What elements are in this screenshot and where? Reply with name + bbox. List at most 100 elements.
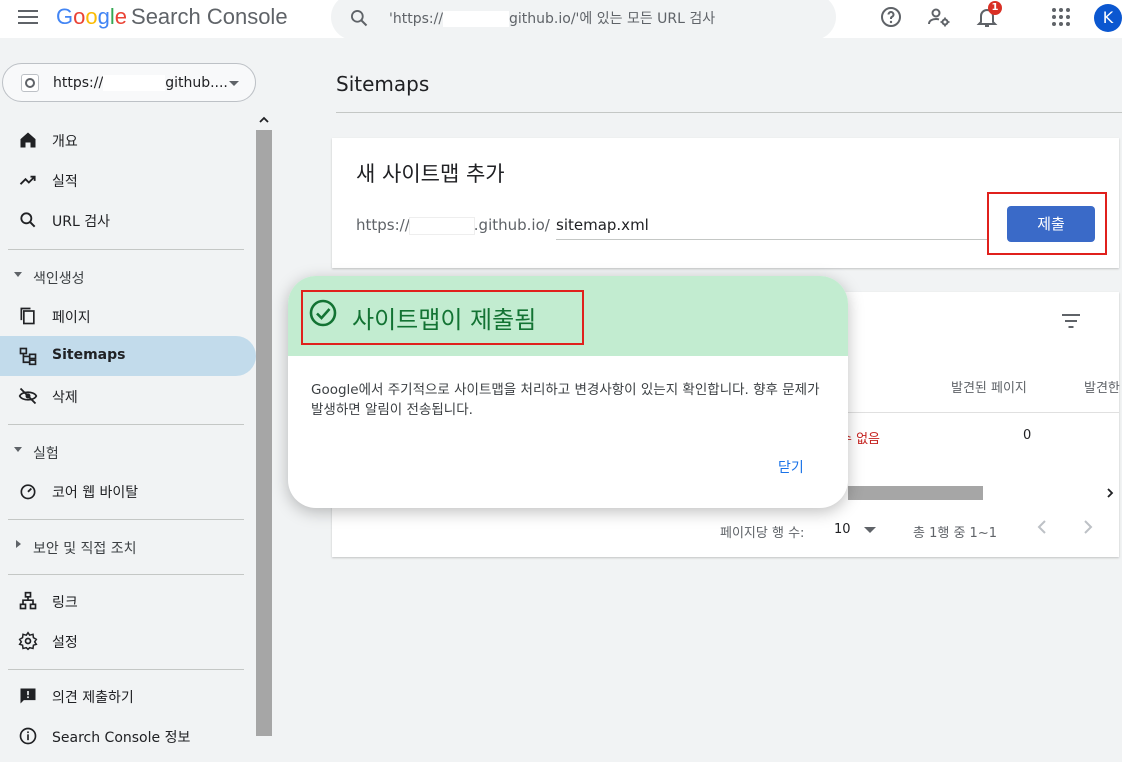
sitemap-url-prefix: https:// .github.io/ [356,216,550,235]
sidebar-item-performance[interactable]: 실적 [0,160,256,200]
sidebar-item-label: Search Console 정보 [52,730,191,746]
home-icon [20,132,36,148]
page-title: Sitemaps [336,72,430,96]
close-button[interactable]: 닫기 [778,457,804,477]
settings-icon [18,631,38,651]
sidebar-divider [8,249,244,250]
product-name: Search Console [131,4,288,29]
sitemap-icon [19,347,37,366]
title-divider [336,112,1122,113]
sidebar-item-label: 개요 [52,134,78,150]
search-text-suffix: github.io/'에 있는 모든 URL 검사 [509,11,716,27]
sidebar-item-core-web-vitals[interactable]: 코어 웹 바이탈 [0,471,256,511]
sidebar-divider [8,424,244,425]
sidebar-item-label: 삭제 [52,390,78,406]
url-inspect-search[interactable]: 'https:// github.io/'에 있는 모든 URL 검사 [331,0,836,40]
trending-up-icon [19,175,36,185]
search-icon [20,212,36,228]
sidebar-item-pages[interactable]: 페이지 [0,296,256,336]
table-horizontal-scroll-thumb[interactable] [848,486,983,500]
manage-users-icon[interactable] [927,5,951,29]
sidebar-section-experiments[interactable]: 실험 [0,437,256,467]
column-header-discovered[interactable]: 발견한 [1084,377,1120,396]
redacted-text [443,11,510,27]
sidebar-divider [8,519,244,520]
sitemap-url-input[interactable]: sitemap.xml [556,216,988,240]
speed-icon [20,484,36,500]
pages-icon [20,307,35,325]
sidebar-item-label: URL 검사 [52,214,110,230]
visibility-off-icon [18,387,38,405]
feedback-icon [20,688,36,704]
sidebar-item-label: Sitemaps [52,347,126,363]
app-logo[interactable]: Google Search Console [56,4,288,30]
section-label: 색인생성 [33,271,85,287]
logo-letter: o [85,4,98,29]
rows-per-page-label: 페이지당 행 수: [720,526,805,541]
top-app-bar: Google Search Console 'https:// github.io/… [0,0,1122,40]
sidebar-item-label: 실적 [52,174,78,190]
collapse-triangle-icon [14,272,22,277]
section-label: 보안 및 직접 조치 [33,541,137,557]
sidebar-section-security[interactable]: 보안 및 직접 조치 [0,532,256,562]
search-icon[interactable] [349,8,369,28]
logo-letter: g [97,4,110,29]
url-prefix-end: .github.io/ [473,216,550,234]
notification-badge: 1 [988,1,1002,15]
redacted-text [408,216,475,235]
property-url-suffix: github.... [165,75,228,91]
highlight-annotation-box [301,290,584,345]
sidebar-item-overview[interactable]: 개요 [0,120,256,160]
property-url: https:// github.... [53,75,228,91]
logo-letter: G [56,4,74,29]
sidebar-item-label: 코어 웹 바이탈 [52,485,139,501]
highlight-annotation-box [987,192,1107,255]
property-globe-icon [21,74,39,92]
search-placeholder[interactable]: 'https:// github.io/'에 있는 모든 URL 검사 [389,8,715,28]
menu-icon[interactable] [18,10,38,26]
sidebar-item-feedback[interactable]: 의견 제출하기 [0,676,256,716]
section-label: 실험 [33,446,59,462]
logo-letter: o [73,4,86,29]
property-url-prefix: https:// [53,75,104,91]
sidebar-divider [8,574,244,575]
sidebar-section-indexing[interactable]: 색인생성 [0,262,256,292]
sidebar-item-label: 의견 제출하기 [52,690,134,706]
sidebar-item-sitemaps[interactable]: Sitemaps [0,336,256,376]
help-icon[interactable] [879,5,903,29]
sidebar-divider [8,669,244,670]
pagination-range: 총 1행 중 1~1 [913,526,997,541]
search-text-prefix: 'https:// [389,11,444,27]
sidebar-item-label: 링크 [52,595,78,611]
sidebar-item-links[interactable]: 링크 [0,581,256,621]
next-page-icon[interactable] [1078,518,1096,536]
sidebar-item-removals[interactable]: 삭제 [0,376,256,416]
links-icon [19,591,37,610]
scroll-up-icon[interactable] [259,116,269,124]
redacted-text [103,75,166,91]
property-selector[interactable]: https:// github.... [2,63,256,102]
sidebar-item-settings[interactable]: 설정 [0,621,256,661]
column-header-discovered-pages[interactable]: 발견된 페이지 [951,377,1027,396]
sidebar-item-url-inspection[interactable]: URL 검사 [0,200,256,240]
sidebar-item-label: 설정 [52,635,78,651]
apps-icon[interactable] [1049,5,1073,29]
rows-per-page-select[interactable]: 10 [834,522,851,537]
sidebar-item-about[interactable]: Search Console 정보 [0,716,256,756]
sidebar-scroll-thumb[interactable] [256,130,272,736]
filter-icon[interactable] [1061,313,1081,329]
info-icon [19,727,37,745]
sidebar-item-label: 페이지 [52,310,91,326]
expand-triangle-icon [16,540,21,548]
logo-letter: e [114,4,128,29]
previous-page-icon[interactable] [1034,518,1052,536]
chevron-down-icon [229,81,239,86]
table-cell-pages: 0 [1023,428,1032,443]
add-sitemap-title: 새 사이트맵 추가 [356,162,505,186]
chevron-down-icon[interactable] [864,527,876,533]
scroll-right-icon[interactable] [1106,488,1114,498]
dialog-message: Google에서 주기적으로 사이트맵을 처리하고 변경사항이 있는지 확인합니… [311,382,820,418]
collapse-triangle-icon [14,447,22,452]
url-prefix-start: https:// [356,216,410,234]
account-avatar[interactable]: K [1094,4,1122,32]
